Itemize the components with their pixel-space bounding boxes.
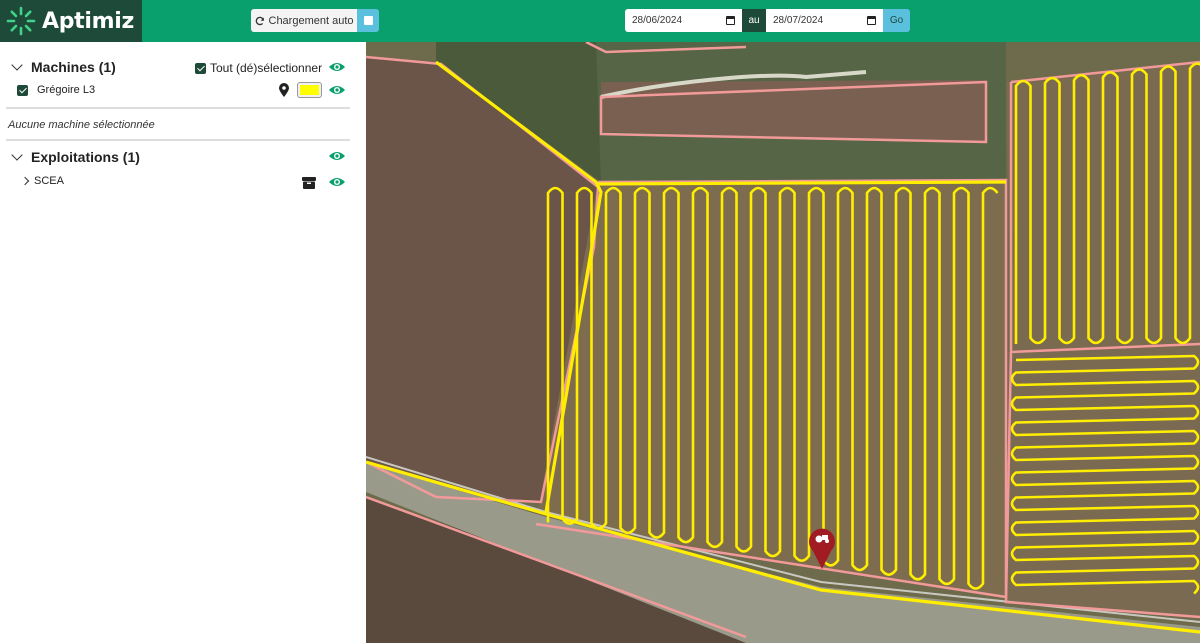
machine-checkbox[interactable] — [17, 84, 28, 96]
farm-row[interactable]: SCEA — [18, 175, 64, 187]
map-canvas[interactable] — [366, 42, 1200, 643]
eye-icon[interactable] — [328, 61, 346, 73]
top-bar: Aptimiz Chargement auto 28/06/2024 au 28… — [0, 0, 1200, 42]
machines-title: Machines (1) — [31, 59, 116, 75]
map-pin-icon[interactable] — [279, 83, 289, 97]
chevron-down-icon[interactable] — [11, 149, 23, 161]
machine-color-picker[interactable] — [297, 82, 322, 98]
divider — [6, 139, 350, 141]
sunburst-logo-icon — [6, 6, 36, 36]
divider — [6, 107, 350, 109]
chevron-right-icon[interactable] — [20, 176, 30, 186]
map-view[interactable] — [366, 42, 1200, 643]
go-button[interactable]: Go — [883, 9, 910, 32]
date-to-value: 28/07/2024 — [773, 15, 824, 26]
machine-row[interactable]: Grégoire L3 — [17, 84, 95, 96]
app-logo[interactable]: Aptimiz — [0, 0, 142, 42]
tractor-icon — [815, 535, 823, 543]
chevron-down-icon[interactable] — [11, 59, 23, 71]
select-all-control[interactable]: Tout (dé)sélectionner — [195, 61, 322, 75]
machine-name: Grégoire L3 — [37, 84, 96, 96]
eye-icon[interactable] — [328, 176, 346, 188]
calendar-icon[interactable] — [867, 16, 876, 25]
auto-load-button[interactable]: Chargement auto — [251, 9, 357, 32]
auto-load-label: Chargement auto — [268, 14, 354, 27]
date-from-input[interactable]: 28/06/2024 — [625, 9, 742, 32]
toggle-square-icon — [363, 16, 373, 25]
select-all-label: Tout (dé)sélectionner — [210, 61, 323, 75]
date-separator: au — [742, 9, 766, 32]
sidebar: Machines (1) Tout (dé)sélectionner Grégo… — [0, 42, 366, 643]
auto-load-toggle[interactable] — [357, 9, 379, 32]
farm-name: SCEA — [34, 175, 64, 187]
date-from-value: 28/06/2024 — [632, 15, 683, 26]
date-to-input[interactable]: 28/07/2024 — [766, 9, 883, 32]
eye-icon[interactable] — [328, 150, 346, 162]
no-machine-selected-message: Aucune machine sélectionnée — [8, 119, 155, 131]
farms-section-header[interactable]: Exploitations (1) — [10, 146, 350, 168]
refresh-icon — [255, 16, 264, 25]
app-name: Aptimiz — [42, 8, 135, 34]
box-icon[interactable] — [302, 176, 316, 189]
color-swatch — [300, 85, 319, 95]
calendar-icon[interactable] — [726, 16, 735, 25]
select-all-checkbox[interactable] — [195, 62, 206, 74]
farms-title: Exploitations (1) — [31, 149, 140, 165]
eye-icon[interactable] — [328, 84, 346, 96]
